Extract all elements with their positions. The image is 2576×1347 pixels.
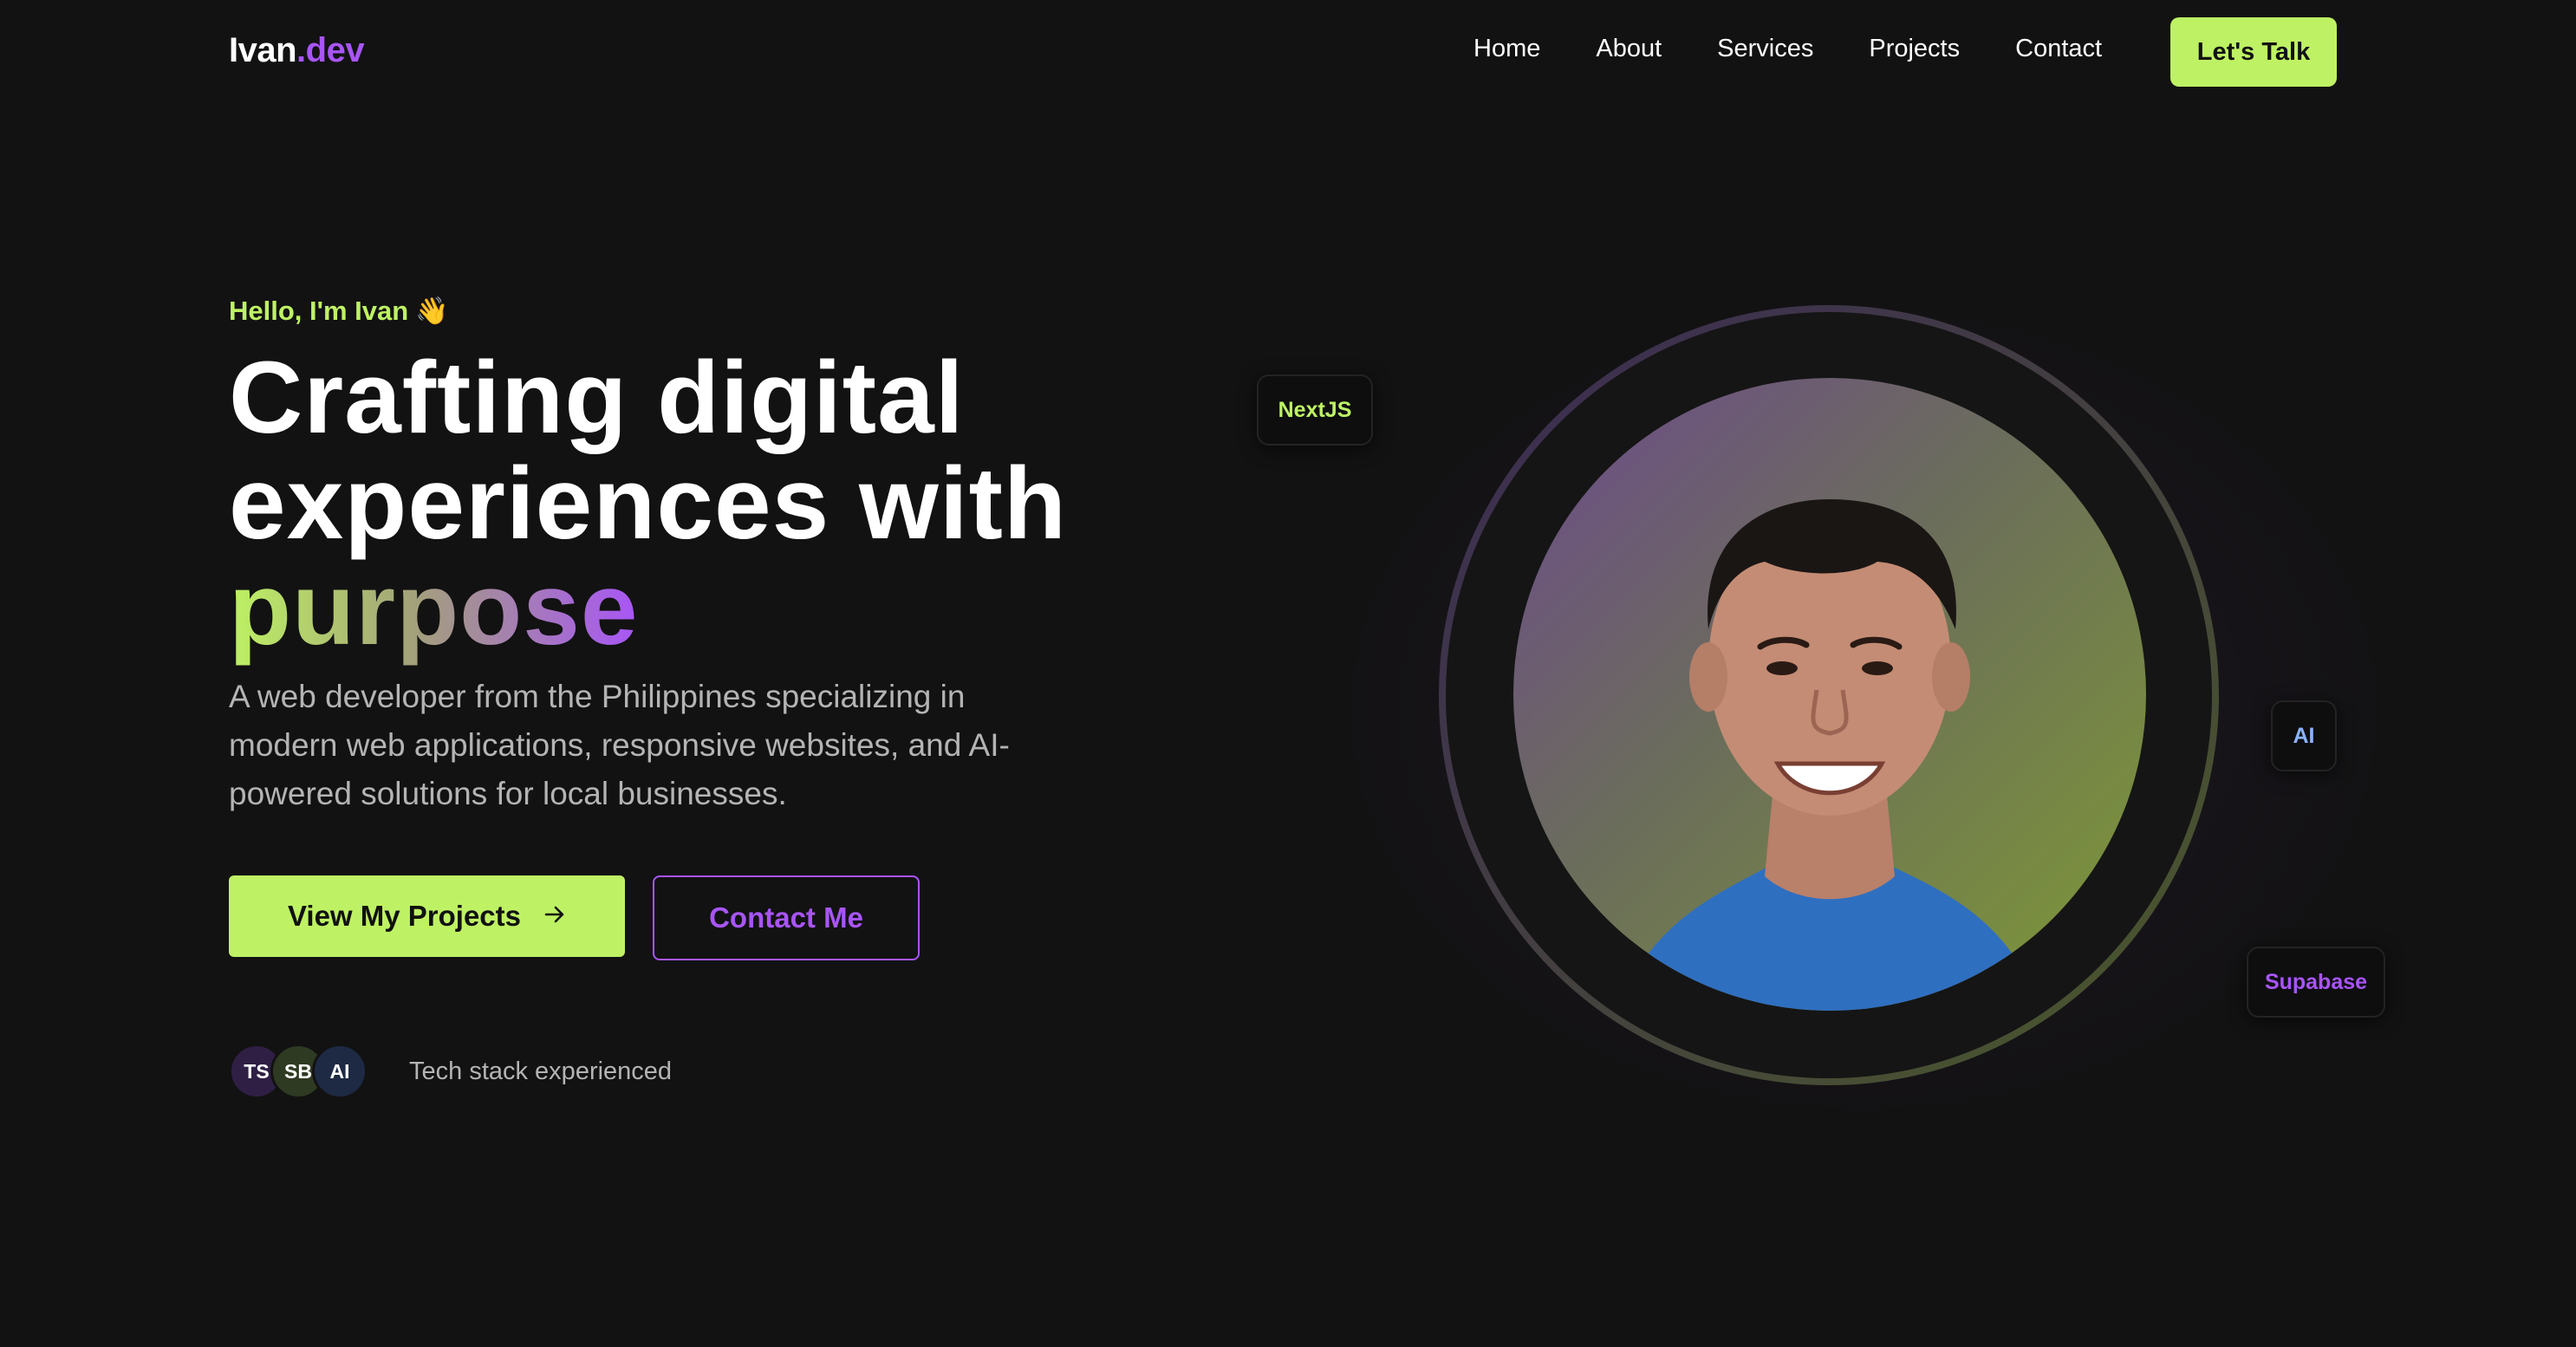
contact-me-button[interactable]: Contact Me bbox=[653, 875, 920, 960]
hero-greeting: Hello, I'm Ivan 👋 bbox=[229, 295, 449, 327]
waving-hand-icon: 👋 bbox=[415, 296, 449, 326]
lets-talk-button[interactable]: Let's Talk bbox=[2170, 17, 2337, 87]
nav-link-projects[interactable]: Projects bbox=[1869, 35, 1960, 63]
profile-illustration bbox=[1617, 499, 2042, 1011]
nav-links: Home About Services Projects Contact bbox=[1473, 35, 2102, 63]
stack-chip-ai: AI bbox=[312, 1044, 368, 1099]
badge-ai: AI bbox=[2271, 700, 2337, 771]
nav-link-contact[interactable]: Contact bbox=[2015, 35, 2102, 63]
tech-stack-label: Tech stack experienced bbox=[409, 1057, 673, 1085]
profile-photo bbox=[1513, 378, 2146, 1011]
logo-suffix: .dev bbox=[296, 31, 365, 69]
nav-link-home[interactable]: Home bbox=[1473, 35, 1540, 63]
headline-line-1: Crafting digital bbox=[229, 341, 965, 455]
greeting-text: Hello, I'm Ivan bbox=[229, 296, 409, 326]
nav-link-services[interactable]: Services bbox=[1717, 35, 1813, 63]
hero-description: A web developer from the Philippines spe… bbox=[229, 679, 1010, 811]
view-projects-label: View My Projects bbox=[287, 900, 521, 932]
nav-link-about[interactable]: About bbox=[1596, 35, 1662, 63]
top-nav: Ivan.dev Home About Services Projects Co… bbox=[0, 0, 2576, 104]
headline-line-2: experiences with bbox=[229, 446, 1067, 561]
arrow-right-icon bbox=[543, 900, 566, 934]
view-projects-button[interactable]: View My Projects bbox=[229, 875, 625, 957]
badge-supabase: Supabase bbox=[2247, 947, 2385, 1018]
headline-highlight: purpose bbox=[229, 552, 639, 667]
badge-nextjs: NextJS bbox=[1257, 374, 1373, 446]
logo-name: Ivan bbox=[229, 31, 297, 69]
site-logo[interactable]: Ivan.dev bbox=[229, 31, 365, 70]
hero-headline: Crafting digital experiences with purpos… bbox=[229, 345, 1182, 662]
